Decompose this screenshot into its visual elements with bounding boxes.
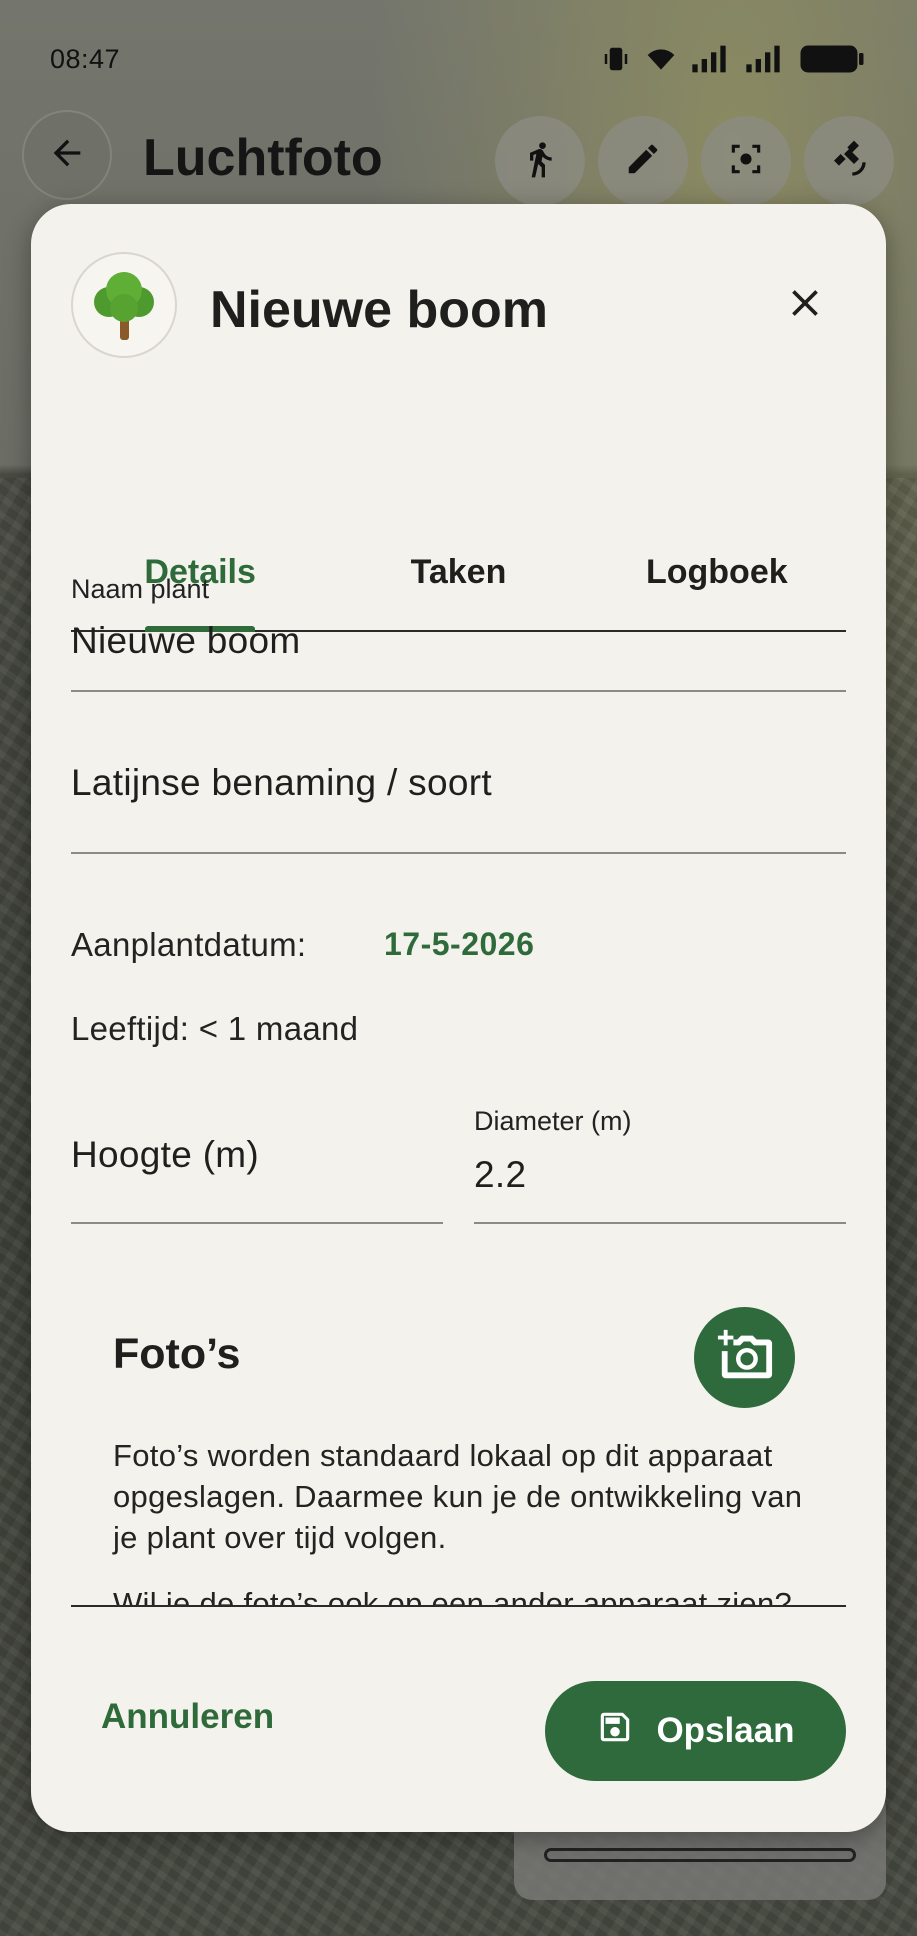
signal-icon-2	[745, 45, 785, 73]
cancel-button[interactable]: Annuleren	[101, 1697, 274, 1737]
diameter-value: 2.2	[474, 1154, 527, 1195]
photos-description: Foto’s worden standaard lokaal op dit ap…	[113, 1438, 803, 1555]
planting-date-button[interactable]: 17-5-2026	[384, 926, 534, 963]
add-photo-icon	[716, 1329, 774, 1386]
height-placeholder: Hoogte (m)	[71, 1134, 260, 1175]
pencil-icon	[624, 140, 662, 183]
edit-button[interactable]	[598, 116, 688, 206]
dialog-title: Nieuwe boom	[210, 281, 549, 339]
plant-name-field[interactable]: Naam plant Nieuwe boom	[71, 552, 846, 692]
height-field[interactable]: Hoogte (m)	[71, 1084, 443, 1224]
add-photo-button[interactable]	[694, 1307, 795, 1408]
signal-icon	[691, 45, 731, 73]
tree-avatar	[71, 252, 177, 358]
battery-icon	[799, 44, 865, 74]
map-scale-bar	[544, 1848, 856, 1862]
latin-name-field[interactable]: Latijnse benaming / soort	[71, 714, 846, 854]
photos-title: Foto’s	[113, 1330, 241, 1378]
wifi-icon	[645, 45, 677, 73]
status-time: 08:47	[50, 44, 121, 74]
latin-name-placeholder: Latijnse benaming / soort	[71, 762, 492, 803]
footer-divider	[71, 1605, 846, 1607]
walk-button[interactable]	[495, 116, 585, 206]
save-icon	[596, 1708, 634, 1755]
back-arrow-icon	[47, 133, 87, 178]
focus-icon	[727, 140, 765, 183]
photos-more-text: Wil je de foto’s ook op een ander appara…	[113, 1586, 793, 1607]
app-title: Luchtfoto	[143, 129, 383, 187]
save-button[interactable]: Opslaan	[545, 1681, 846, 1781]
plant-name-label: Naam plant	[71, 574, 210, 604]
status-icons	[601, 44, 865, 74]
tree-icon	[94, 272, 154, 340]
new-tree-dialog: Nieuwe boom Details Taken Logboek Naam p…	[31, 204, 886, 1832]
close-button[interactable]	[772, 272, 838, 338]
focus-button[interactable]	[701, 116, 791, 206]
walk-icon	[520, 139, 560, 184]
planting-date-label: Aanplantdatum:	[71, 926, 307, 963]
status-bar: 08:47	[0, 0, 917, 120]
satellite-icon	[829, 139, 869, 184]
save-button-label: Opslaan	[656, 1711, 795, 1750]
satellite-button[interactable]	[804, 116, 894, 206]
age-text: Leeftijd: < 1 maand	[71, 1010, 359, 1047]
diameter-field[interactable]: Diameter (m) 2.2	[474, 1084, 846, 1224]
vibrate-icon	[601, 44, 631, 74]
app-bar: Luchtfoto	[0, 110, 917, 210]
back-button[interactable]	[22, 110, 112, 200]
diameter-label: Diameter (m)	[474, 1106, 632, 1136]
dialog-header: Nieuwe boom	[71, 252, 846, 362]
close-icon	[783, 281, 827, 330]
plant-name-value: Nieuwe boom	[71, 620, 301, 661]
